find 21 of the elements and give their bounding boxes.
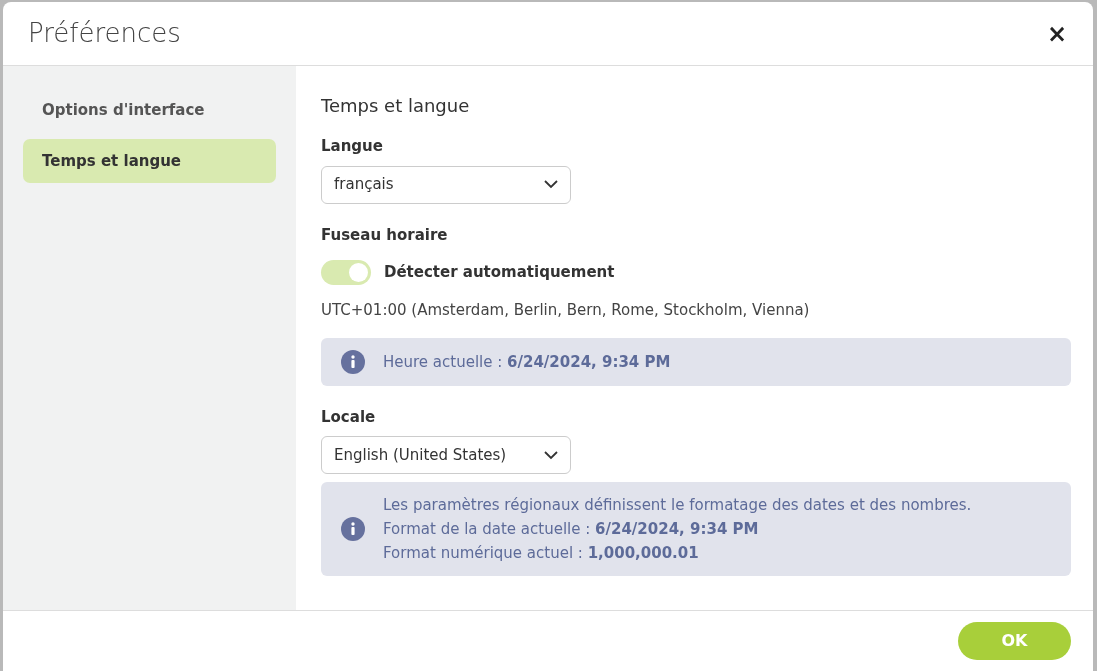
close-button[interactable]: × [1042,21,1071,46]
info-icon [341,517,365,541]
sidebar-item[interactable]: Options d'interface [23,88,276,133]
timezone-text: UTC+01:00 (Amsterdam, Berlin, Bern, Rome, Stockholm, Vienna) [321,300,811,321]
toggle-label: Détecter automatiquement [384,262,615,284]
section-title: Temps et langue [321,94,471,118]
field-label: Langue [321,136,384,157]
info-text: Heure actuelle : 6/24/2024, 9:34 PM [383,351,671,373]
locale-select[interactable]: English (United States) [321,436,571,474]
info-text: Format numérique actuel : 1,000,000.01 [383,543,700,564]
chevron-down-icon [544,180,558,189]
sidebar-item[interactable]: Temps et langue [23,138,276,183]
chevron-down-icon [544,450,558,460]
dialog-title: Préférences [28,17,181,50]
toggle-switch[interactable] [321,260,371,285]
field-label: Locale [321,406,377,428]
language-select[interactable]: français [321,165,571,204]
field-label: Fuseau horaire [321,224,449,246]
info-text: Les paramètres régionaux définissent le formatage des dates et des nombres. [383,495,972,516]
info-text: Format de la date actuelle : 6/24/2024, 9:34 PM [383,519,760,540]
info-icon [341,349,365,374]
